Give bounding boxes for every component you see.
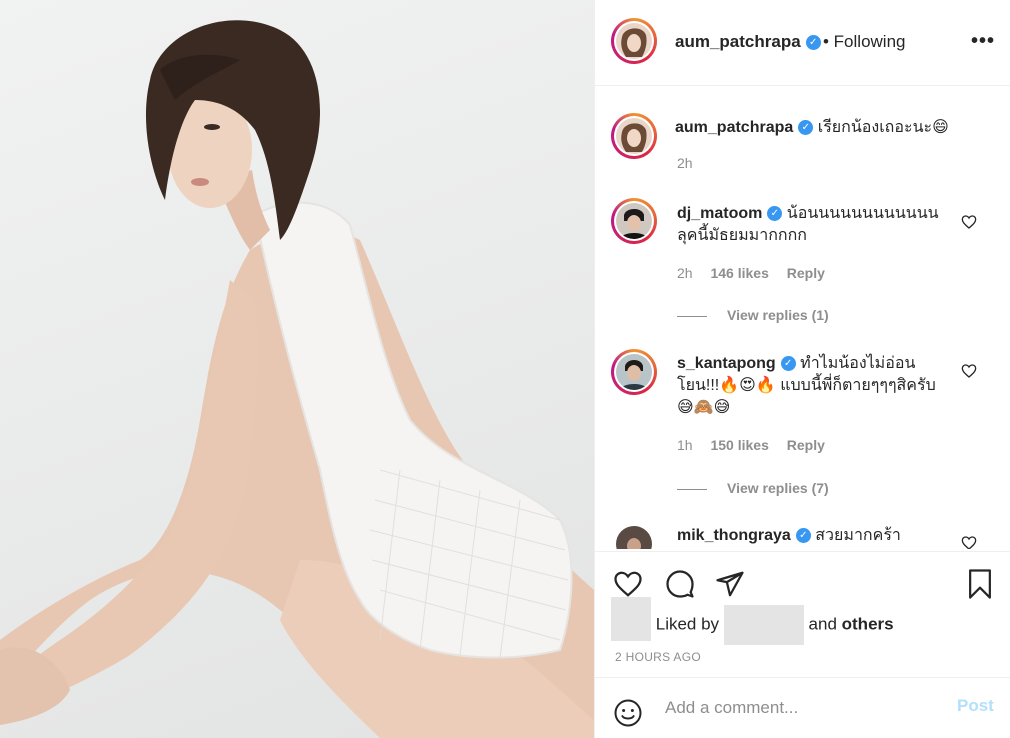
comment-avatar-mik_thongraya[interactable] xyxy=(611,521,657,549)
save-bookmark-icon[interactable] xyxy=(965,568,995,600)
like-comment-heart-icon[interactable] xyxy=(961,363,977,379)
comment-meta: 2h 146 likes Reply xyxy=(677,265,839,281)
comment-username[interactable]: dj_matoom xyxy=(677,205,762,222)
caption-body: เรียกน้องเถอะนะ😄 xyxy=(817,119,949,136)
author-avatar[interactable] xyxy=(611,18,657,64)
post-photo[interactable] xyxy=(0,0,594,738)
more-options-icon[interactable]: ••• xyxy=(971,30,995,53)
reply-button[interactable]: Reply xyxy=(787,437,825,453)
view-replies-line xyxy=(677,315,707,317)
comment-avatar-s_kantapong[interactable] xyxy=(611,349,657,395)
comment-avatar-dj_matoom[interactable] xyxy=(611,198,657,244)
liked-by-avatar-blurred xyxy=(611,597,651,641)
view-replies-label[interactable]: View replies (1) xyxy=(727,307,829,323)
comment-bubble-icon[interactable] xyxy=(665,569,695,599)
verified-badge-icon: ✓ xyxy=(798,120,814,136)
emoji-smiley-icon[interactable] xyxy=(613,698,643,728)
comment-likes[interactable]: 150 likes xyxy=(710,437,768,453)
comment-username[interactable]: mik_thongraya xyxy=(677,527,791,544)
verified-badge-icon: ✓ xyxy=(805,35,821,51)
view-replies-button[interactable]: View replies (7) xyxy=(677,480,829,496)
liked-by-prefix: Liked by xyxy=(655,614,720,634)
caption-time[interactable]: 2h xyxy=(677,155,693,171)
post-photo-illustration xyxy=(0,20,594,738)
comment-text: dj_matoom ✓ น้อนนนนนนนนนนนน ลุคนี้มัธยมมา… xyxy=(677,203,947,247)
reply-button[interactable]: Reply xyxy=(787,265,825,281)
comment-meta: 1h 150 likes Reply xyxy=(677,437,839,453)
comment-text: mik_thongraya ✓ สวยมากคร้า xyxy=(677,525,947,547)
post-comment-button[interactable]: Post xyxy=(957,696,994,716)
caption-avatar[interactable] xyxy=(611,113,657,159)
comment-avatar-image xyxy=(616,354,652,390)
author-username[interactable]: aum_patchrapa ✓ xyxy=(675,32,821,52)
caption-meta: 2h xyxy=(677,155,707,171)
comment-likes[interactable]: 146 likes xyxy=(710,265,768,281)
post-side-panel: aum_patchrapa ✓ • Following ••• aum_patch… xyxy=(594,0,1010,738)
comment-input[interactable] xyxy=(663,692,937,724)
like-comment-heart-icon[interactable] xyxy=(961,214,977,230)
comment-time[interactable]: 2h xyxy=(677,265,693,281)
view-replies-button[interactable]: View replies (1) xyxy=(677,307,829,323)
verified-badge-icon: ✓ xyxy=(767,206,783,222)
share-paper-plane-icon[interactable] xyxy=(715,569,745,599)
view-replies-line xyxy=(677,488,707,490)
view-replies-label[interactable]: View replies (7) xyxy=(727,480,829,496)
verified-badge-icon: ✓ xyxy=(780,356,796,372)
author-avatar-image xyxy=(616,23,652,59)
following-button[interactable]: • Following xyxy=(823,32,906,52)
caption-username[interactable]: aum_patchrapa xyxy=(675,119,793,136)
verified-badge-icon: ✓ xyxy=(795,528,811,544)
post-header: aum_patchrapa ✓ • Following ••• xyxy=(595,0,1010,86)
comments-list[interactable]: aum_patchrapa ✓ เรียกน้องเถอะนะ😄 2h dj_ma… xyxy=(595,87,1010,549)
caption-avatar-image xyxy=(616,118,652,154)
liked-by-and: and xyxy=(808,614,837,634)
comment-body: สวยมากคร้า xyxy=(815,527,901,544)
liked-by-others-link[interactable]: others xyxy=(842,614,894,633)
author-username-text[interactable]: aum_patchrapa xyxy=(675,32,801,51)
like-comment-heart-icon[interactable] xyxy=(961,535,977,549)
post-timestamp[interactable]: 2 HOURS AGO xyxy=(615,650,701,664)
liked-by: Liked by and others xyxy=(611,597,894,645)
comment-username[interactable]: s_kantapong xyxy=(677,355,776,372)
comment-avatar-image xyxy=(616,203,652,239)
comment-avatar-image xyxy=(616,526,652,549)
liked-by-user-blurred[interactable] xyxy=(723,605,804,645)
comment-text: s_kantapong ✓ ทำไมน้องไม่อ่อนโยน!!!🔥😍🔥 แบ… xyxy=(677,353,947,419)
comment-composer: Post xyxy=(595,677,1010,738)
post-actions: Liked by and others 2 HOURS AGO xyxy=(595,551,1010,677)
caption-text: aum_patchrapa ✓ เรียกน้องเถอะนะ😄 xyxy=(675,117,955,139)
comment-time[interactable]: 1h xyxy=(677,437,693,453)
like-heart-icon[interactable] xyxy=(613,569,643,599)
